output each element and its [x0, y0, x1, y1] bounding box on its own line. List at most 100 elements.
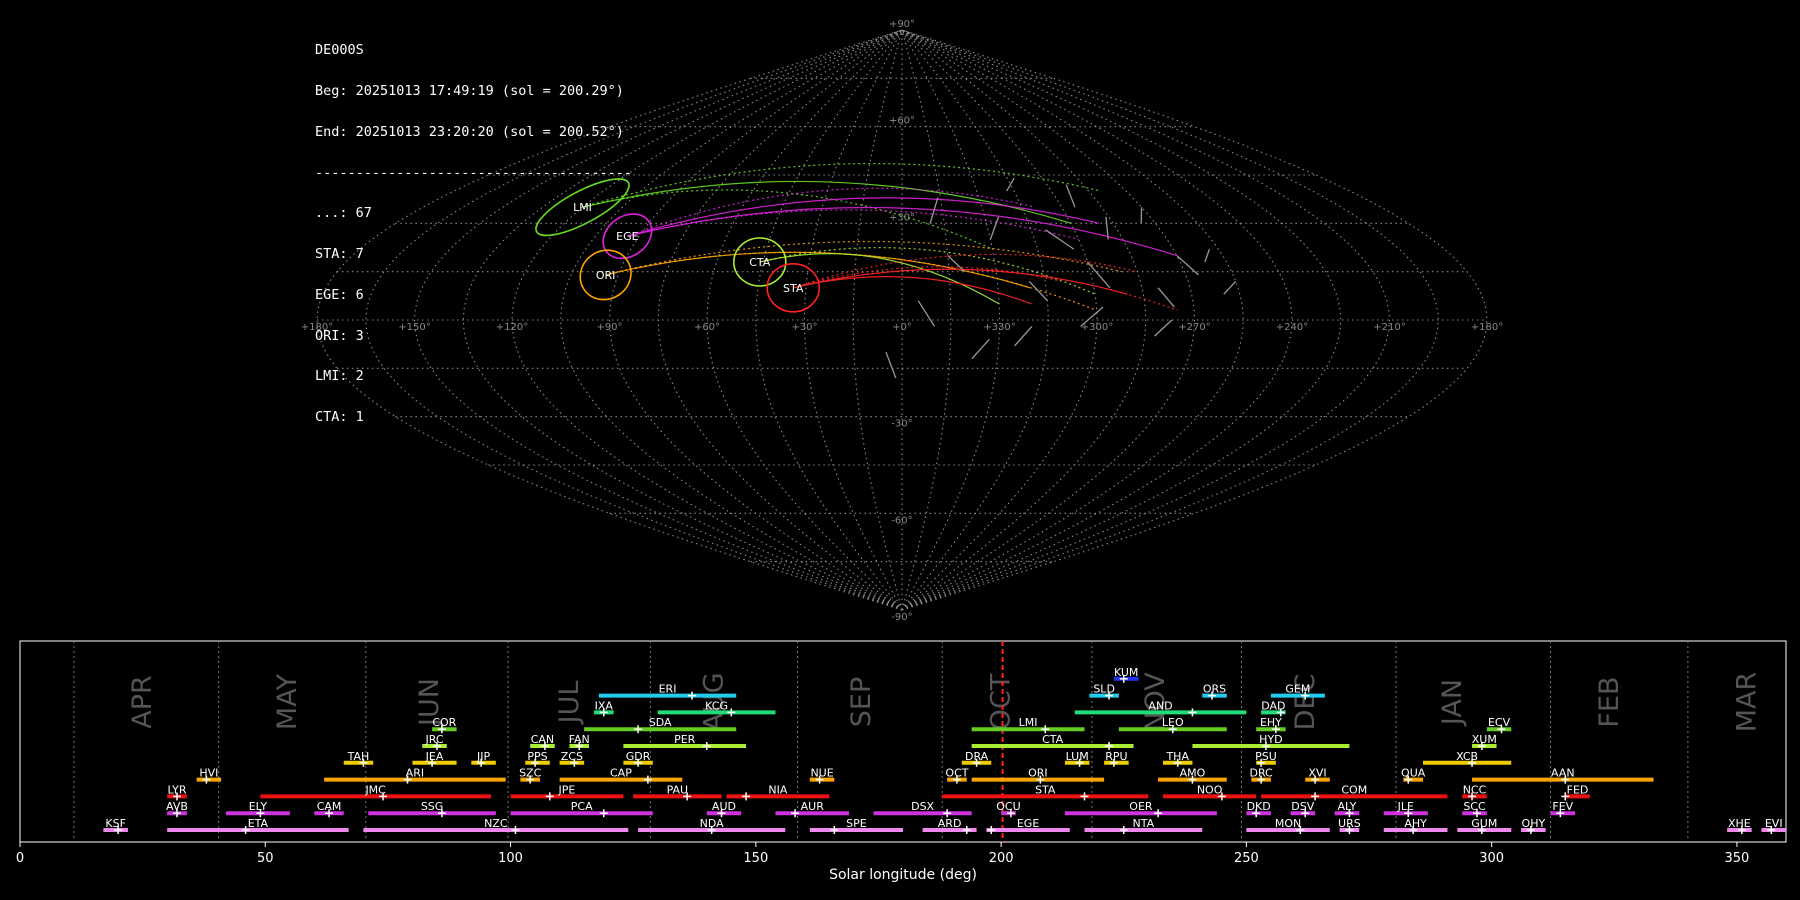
shower-code: NDA: [700, 817, 725, 830]
longitude-label: +300°: [1081, 322, 1113, 333]
shower-code: GEM: [1285, 683, 1310, 696]
longitude-label: +210°: [1373, 322, 1405, 333]
radiant-label: LMI: [573, 201, 592, 214]
shower-code: AUR: [801, 800, 825, 813]
radiant-label: STA: [783, 282, 804, 295]
shower-code: ARD: [938, 817, 962, 830]
shower-code: JLE: [1397, 800, 1414, 813]
sporadic-trace: [1154, 319, 1173, 337]
shower-code: SDA: [649, 716, 672, 729]
month-label: MAY: [272, 673, 303, 730]
shower-code: GDR: [626, 750, 651, 763]
latitude-label: -30°: [891, 419, 912, 430]
shower-code: GUM: [1471, 817, 1497, 830]
sporadic-trace: [1045, 229, 1075, 250]
latitude-label: +30°: [889, 212, 915, 223]
shower-code: AUD: [712, 800, 736, 813]
shower-code: AMO: [1180, 767, 1206, 780]
shower-code: NCC: [1463, 783, 1487, 796]
shower-code: XUM: [1472, 733, 1497, 746]
sporadic-trace: [989, 216, 1000, 240]
shower-code: PSU: [1255, 750, 1277, 763]
shower-code: CAM: [317, 800, 342, 813]
longitude-label: +180°: [301, 322, 333, 333]
sporadic-trace: [1014, 325, 1033, 347]
meridian-line: [560, 29, 903, 611]
shower-code: ALY: [1337, 800, 1356, 813]
meridian-line: [657, 29, 903, 611]
sporadic-trace: [1087, 261, 1111, 289]
shower-code: OCU: [996, 800, 1020, 813]
shower-code: KSF: [105, 817, 126, 830]
meteor-trail: [759, 253, 1000, 305]
meridian-line: [365, 29, 903, 611]
meteor-trail: [627, 187, 1036, 237]
x-axis-label: Solar longitude (deg): [829, 867, 977, 883]
month-label: JUL: [554, 681, 585, 726]
longitude-label: +270°: [1178, 322, 1210, 333]
shower-code: NTA: [1133, 817, 1155, 830]
meteor-tracks: [582, 162, 1237, 379]
sporadic-trace: [971, 338, 990, 360]
radiant-label: CTA: [749, 256, 771, 269]
sporadic-trace: [1065, 184, 1076, 208]
shower-code: EVI: [1765, 817, 1783, 830]
shower-code: FEV: [1552, 800, 1573, 813]
shower-code: CAP: [610, 767, 632, 780]
month-label: OCT: [986, 673, 1017, 730]
x-tick-label: 150: [743, 851, 768, 866]
meridian-line: [901, 29, 1147, 611]
shower-code: FED: [1567, 783, 1589, 796]
shower-code: DAD: [1261, 699, 1285, 712]
shower-code: TAH: [347, 750, 370, 763]
shower-code: CAN: [531, 733, 554, 746]
shower-code: LMI: [1019, 716, 1038, 729]
shower-code: DSV: [1291, 800, 1314, 813]
shower-code: PPS: [527, 750, 547, 763]
shower-code: THA: [1165, 750, 1189, 763]
shower-code: JMC: [364, 783, 386, 796]
longitude-label: +0°: [892, 322, 912, 333]
shower-code: KUM: [1114, 666, 1138, 679]
shower-code: ORS: [1203, 683, 1226, 696]
x-tick-label: 200: [989, 851, 1014, 866]
shower-code: ARI: [406, 767, 424, 780]
shower-code: JPE: [558, 783, 576, 796]
longitude-label: +240°: [1276, 322, 1308, 333]
x-tick-label: 50: [257, 851, 274, 866]
shower-code: XHE: [1728, 817, 1751, 830]
shower-code: XCB: [1456, 750, 1478, 763]
shower-code: IXA: [595, 699, 614, 712]
shower-code: STA: [1035, 783, 1056, 796]
sporadic-trace: [1028, 280, 1048, 302]
longitude-label: +330°: [983, 322, 1015, 333]
meteor-trail: [627, 197, 1100, 237]
shower-code: PER: [674, 733, 696, 746]
sporadic-trace: [1223, 280, 1237, 295]
shower-code: ELY: [249, 800, 268, 813]
sporadic-trace: [885, 351, 897, 379]
shower-code: QUA: [1401, 767, 1426, 780]
shower-code: MON: [1275, 817, 1301, 830]
shower-code: JRC: [425, 733, 444, 746]
meteor-trail: [605, 240, 1122, 276]
shower-code: COM: [1341, 783, 1367, 796]
shower-timeline[interactable]: APR MAY JUN JUL AUG SEP OCT NOV DEC JAN FEB MARKSF E…: [0, 630, 1800, 900]
shower-code: SSG: [421, 800, 444, 813]
shower-code: NIA: [768, 783, 787, 796]
shower-code: COR: [432, 716, 456, 729]
shower-code: SLD: [1093, 683, 1115, 696]
month-label: APR: [127, 675, 158, 729]
shower-code: AHY: [1404, 817, 1427, 830]
shower-code: ORI: [1028, 767, 1048, 780]
sporadic-trace: [1157, 287, 1175, 308]
shower-code: ERI: [659, 683, 677, 696]
month-label: FEB: [1594, 676, 1625, 727]
x-tick-label: 300: [1479, 851, 1504, 866]
sky-map[interactable]: +180° +150° +120° +90° +60° +30° +0° +330° +300°…: [0, 0, 1800, 630]
shower-code: JIP: [476, 750, 490, 763]
shower-code: ZCS: [561, 750, 583, 763]
shower-code: AAN: [1551, 767, 1575, 780]
shower-code: XVI: [1308, 767, 1326, 780]
meteor-trail: [793, 276, 1032, 305]
